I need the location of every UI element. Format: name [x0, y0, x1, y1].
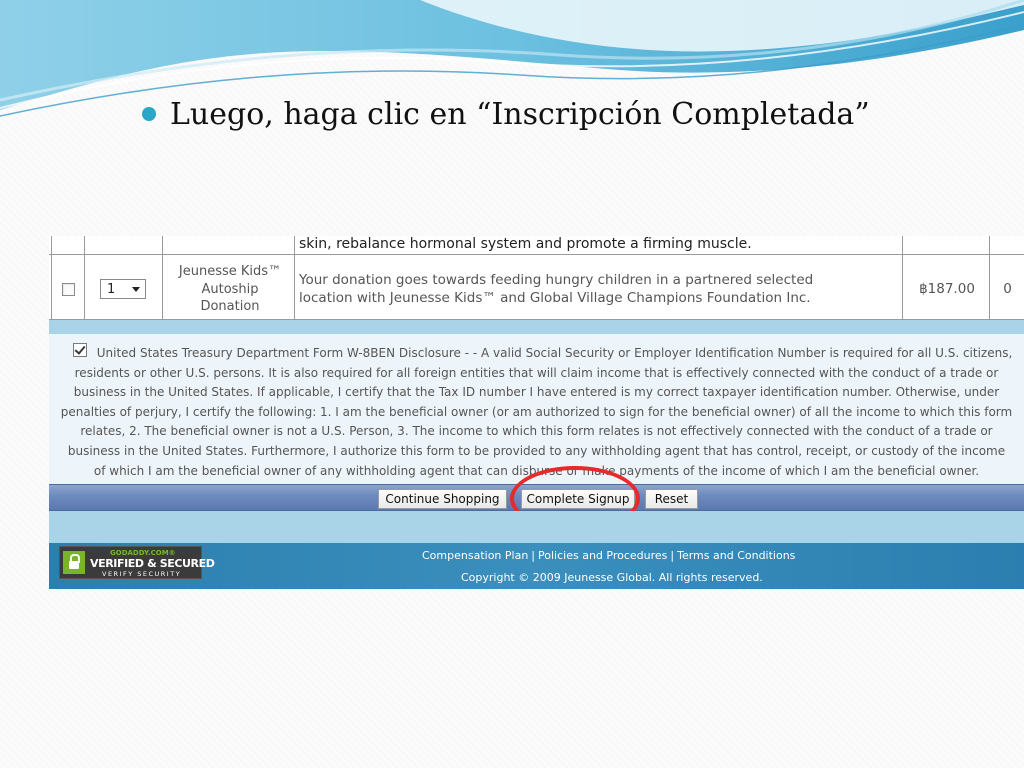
bullet-dot-icon	[142, 107, 156, 121]
disclosure-line: of which I am the beneficial owner of an…	[93, 463, 980, 478]
disclosure-line: business in the United States. If applic…	[73, 385, 1000, 400]
product-name-line: Donation	[200, 299, 260, 314]
policies-procedures-link[interactable]: Policies and Procedures	[538, 549, 667, 562]
previous-row-description: skin, rebalance hormonal system and prom…	[299, 236, 752, 252]
product-description: Your donation goes towards feeding hungr…	[299, 272, 899, 307]
separator-bar	[49, 511, 1024, 543]
disclosure-line: business in the United States. Furthermo…	[67, 443, 1006, 458]
page-footer: GODADDY.COM® VERIFIED & SECURED VERIFY S…	[49, 543, 1024, 589]
separator-bar	[49, 320, 1024, 334]
select-product-checkbox[interactable]	[62, 283, 75, 296]
product-name: Jeunesse Kids™ Autoship Donation	[165, 263, 295, 316]
w8ben-disclosure: United States Treasury Department Form W…	[49, 334, 1024, 484]
lock-icon	[63, 551, 85, 574]
table-col-line	[84, 236, 85, 320]
disclosure-line: relates, 2. The beneficial owner is not …	[80, 424, 993, 439]
disclosure-text: United States Treasury Department Form W…	[49, 344, 1024, 481]
signup-page-screenshot: skin, rebalance hormonal system and prom…	[49, 236, 1024, 589]
reset-button[interactable]: Reset	[645, 489, 698, 509]
product-name-line: Autoship	[201, 281, 259, 297]
badge-brand: GODADDY.COM®	[110, 549, 176, 557]
complete-signup-button[interactable]: Complete Signup	[521, 489, 635, 509]
quantity-select[interactable]: 1	[100, 279, 146, 299]
link-separator: |	[531, 549, 536, 562]
action-button-bar: Continue Shopping Complete Signup Reset	[49, 484, 1024, 511]
compensation-plan-link[interactable]: Compensation Plan	[422, 549, 528, 562]
chevron-down-icon	[132, 286, 140, 292]
badge-subtitle: VERIFY SECURITY	[102, 570, 182, 578]
link-separator: |	[670, 549, 675, 562]
table-col-line	[51, 236, 52, 320]
continue-shopping-button[interactable]: Continue Shopping	[378, 489, 507, 509]
disclosure-line: penalties of perjury, I certify the foll…	[60, 404, 1013, 419]
disclosure-line: residents or other U.S. persons. It is a…	[74, 365, 999, 380]
copyright-text: Copyright © 2009 Jeunesse Global. All ri…	[461, 571, 763, 584]
table-col-line	[989, 236, 990, 320]
product-pv: 0	[1003, 281, 1012, 297]
product-table: skin, rebalance hormonal system and prom…	[49, 236, 1024, 321]
table-col-line	[902, 236, 903, 320]
product-description-line: Your donation goes towards feeding hungr…	[299, 272, 814, 288]
badge-title: VERIFIED & SECURED	[90, 557, 215, 570]
instruction-bullet: Luego, haga clic en “Inscripción Complet…	[142, 90, 870, 138]
quantity-value: 1	[107, 281, 116, 297]
product-name-line: Jeunesse Kids™	[178, 264, 282, 279]
disclosure-line: United States Treasury Department Form W…	[96, 346, 1013, 360]
godaddy-security-badge[interactable]: GODADDY.COM® VERIFIED & SECURED VERIFY S…	[59, 546, 215, 579]
table-col-line	[162, 236, 163, 320]
terms-conditions-link[interactable]: Terms and Conditions	[677, 549, 795, 562]
product-description-line: location with Jeunesse Kids™ and Global …	[299, 289, 811, 306]
instruction-text: Luego, haga clic en “Inscripción Complet…	[170, 96, 870, 132]
table-row-divider	[49, 254, 1024, 255]
footer-links: Compensation Plan | Policies and Procedure…	[422, 549, 795, 562]
product-price: ฿187.00	[919, 281, 975, 297]
